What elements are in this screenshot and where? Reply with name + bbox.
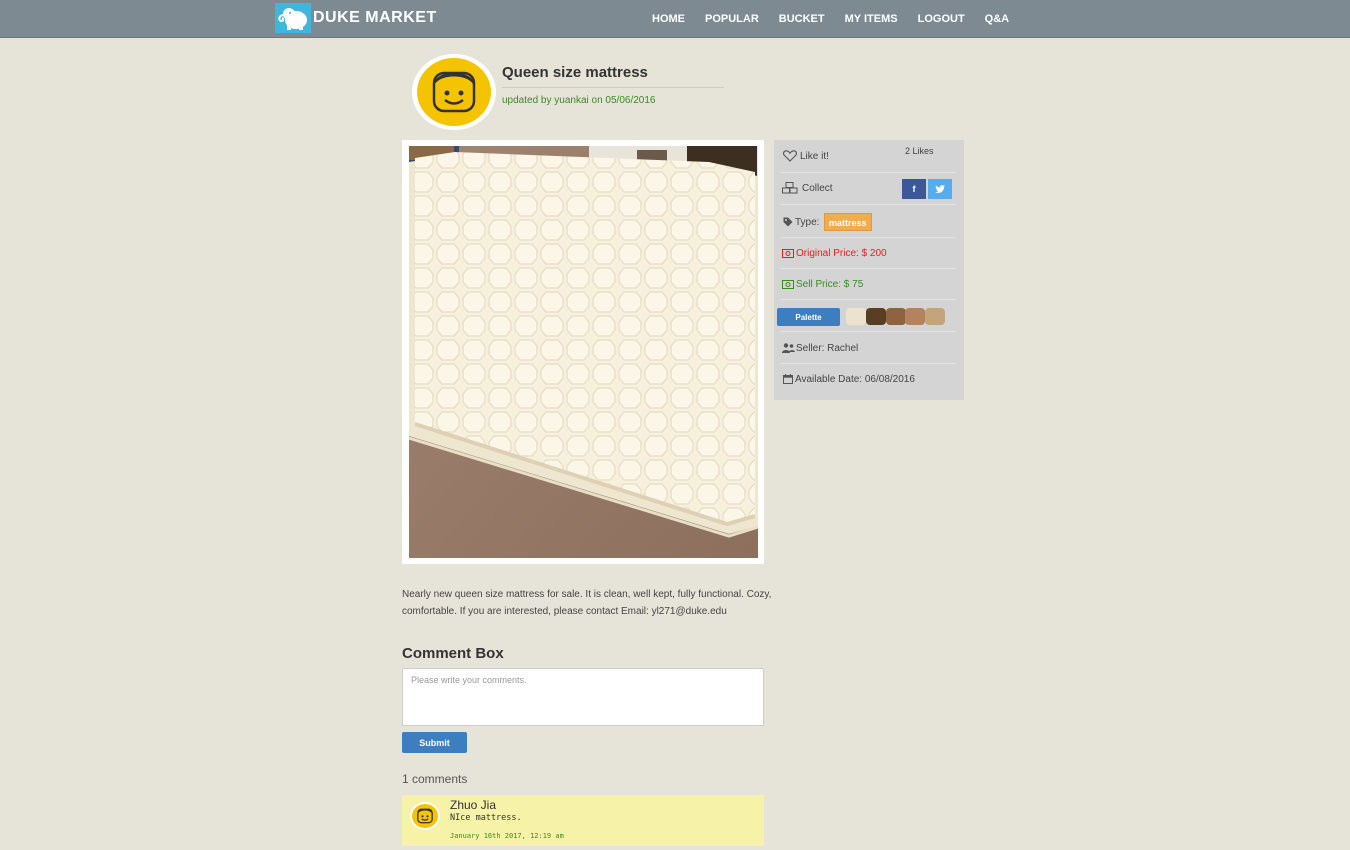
comment-author[interactable]: Zhuo Jia [450,798,496,812]
palette-row: Palette [774,300,964,332]
nav-links: HOME POPULAR BUCKET MY ITEMS LOGOUT Q&A [652,0,1029,38]
original-price-row: Original Price: $ 200 [774,238,964,269]
type-row: Type: mattress [774,205,964,238]
type-tag[interactable]: mattress [824,213,872,231]
seller-name[interactable]: Seller: Rachel [796,343,858,354]
item-info-panel: Like it! 2 Likes Collect f Type: mattres… [774,140,964,400]
nav-qa[interactable]: Q&A [985,13,1009,25]
updated-info: updated by yuankai on 05/06/2016 [502,95,656,106]
collect-row: Collect f [774,173,964,205]
cubes-icon[interactable] [782,182,798,197]
palette-swatch [925,308,945,325]
nav-home[interactable]: HOME [652,13,685,25]
sell-price: Sell Price: $ 75 [796,279,864,290]
twitter-share-button[interactable] [928,179,952,199]
nav-popular[interactable]: POPULAR [705,13,759,25]
comment-input[interactable] [402,668,764,726]
item-description: Nearly new queen size mattress for sale.… [402,589,772,617]
comments-count: 1 comments [402,772,468,786]
sell-price-row: Sell Price: $ 75 [774,269,964,300]
available-date: Available Date: 06/08/2016 [795,374,915,385]
navbar: DUKE MARKET HOME POPULAR BUCKET MY ITEMS… [0,0,1350,38]
elephant-logo-icon [275,3,311,33]
seller-row: Seller: Rachel [774,332,964,364]
title-divider [502,87,724,88]
item-title: Queen size mattress [502,64,648,81]
seller-avatar[interactable] [412,54,496,130]
comment-item: Zhuo Jia NIce mattress. January 16th 201… [402,795,764,846]
commenter-avatar[interactable] [410,802,440,830]
facebook-share-button[interactable]: f [902,179,926,199]
submit-button[interactable]: Submit [402,732,467,753]
money-icon [782,249,794,261]
nav-logout[interactable]: LOGOUT [918,13,965,25]
comment-box-heading: Comment Box [402,645,504,662]
collect-label[interactable]: Collect [802,183,833,194]
item-photo[interactable] [409,146,758,558]
type-label: Type: [795,217,820,228]
nav-bucket[interactable]: BUCKET [779,13,825,25]
tag-icon [783,217,793,230]
like-row: Like it! 2 Likes [774,140,964,173]
palette-button[interactable]: Palette [777,308,840,326]
palette-swatch [905,308,925,325]
nav-my-items[interactable]: MY ITEMS [845,13,898,25]
palette-swatch [846,308,866,325]
lego-face-icon [417,808,433,824]
likes-count: 2 Likes [905,146,934,156]
palette-swatch [886,308,906,325]
users-icon [782,343,795,356]
like-label[interactable]: Like it! [800,151,829,162]
lego-face-icon [432,71,476,113]
heart-icon[interactable] [783,150,797,165]
brand-name: DUKE MARKET [313,9,437,26]
available-date-row: Available Date: 06/08/2016 [774,364,964,396]
comment-text: NIce mattress. [450,813,522,823]
twitter-icon [935,185,945,193]
comment-time: January 16th 2017, 12:19 am [450,832,564,840]
calendar-icon [783,374,793,387]
brand-link[interactable]: DUKE MARKET [275,3,437,33]
palette-swatch [866,308,886,325]
original-price: Original Price: $ 200 [796,248,887,259]
money-icon [782,280,794,292]
item-photo-frame [402,140,764,564]
